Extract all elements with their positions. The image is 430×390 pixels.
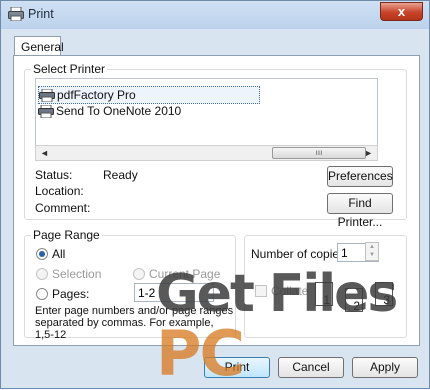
status-value: Ready <box>103 168 138 182</box>
radio-all-label: All <box>52 247 66 261</box>
printer-icon <box>38 104 54 118</box>
page-range-label: Page Range <box>31 228 102 242</box>
radio-pages-label: Pages: <box>52 287 90 301</box>
preferences-button[interactable]: Preferences <box>327 166 393 187</box>
find-printer-button[interactable]: Find Printer... <box>327 193 393 229</box>
status-label: Status: <box>35 168 73 182</box>
watermark: Get Files PC <box>156 264 429 388</box>
radio-selection-label: Selection <box>52 267 102 281</box>
radio-selection <box>36 268 48 280</box>
radio-all[interactable] <box>36 248 48 260</box>
printer-label: Send To OneNote 2010 <box>56 104 182 118</box>
scroll-right-icon[interactable]: ► <box>364 148 373 158</box>
watermark-accent: PC <box>156 317 245 390</box>
scroll-thumb[interactable]: ııı <box>272 147 366 159</box>
close-button[interactable]: x <box>380 2 423 21</box>
printer-label: pdfFactory Pro <box>57 88 136 102</box>
watermark-text: Get Files <box>156 264 398 324</box>
radio-pages[interactable] <box>36 288 48 300</box>
printer-item-pdffactory[interactable]: pdfFactory Pro <box>38 86 260 104</box>
select-printer-group: Select Printer pdfFactory Pro Send To On… <box>24 62 407 229</box>
print-dialog: Print x General Select Printer pdfFactor… <box>0 0 430 389</box>
tab-general[interactable]: General <box>14 36 64 56</box>
number-of-copies-label: Number of copies: <box>251 247 349 261</box>
printer-list[interactable]: pdfFactory Pro Send To OneNote 2010 <box>35 78 378 146</box>
copies-spinner[interactable]: ▲ ▼ <box>365 242 379 261</box>
radio-current-page <box>133 268 145 280</box>
scroll-left-icon[interactable]: ◄ <box>40 148 49 158</box>
title-bar: Print x <box>1 1 429 29</box>
location-label: Location: <box>35 184 84 198</box>
printer-item-onenote[interactable]: Send To OneNote 2010 <box>38 103 181 119</box>
printer-list-scrollbar[interactable]: ◄ ııı ► <box>35 145 378 161</box>
printer-icon <box>39 88 55 102</box>
select-printer-label: Select Printer <box>31 62 108 76</box>
printer-icon <box>8 7 24 21</box>
window-title: Print <box>28 7 54 21</box>
comment-label: Comment: <box>35 201 91 215</box>
close-icon: x <box>397 4 406 19</box>
